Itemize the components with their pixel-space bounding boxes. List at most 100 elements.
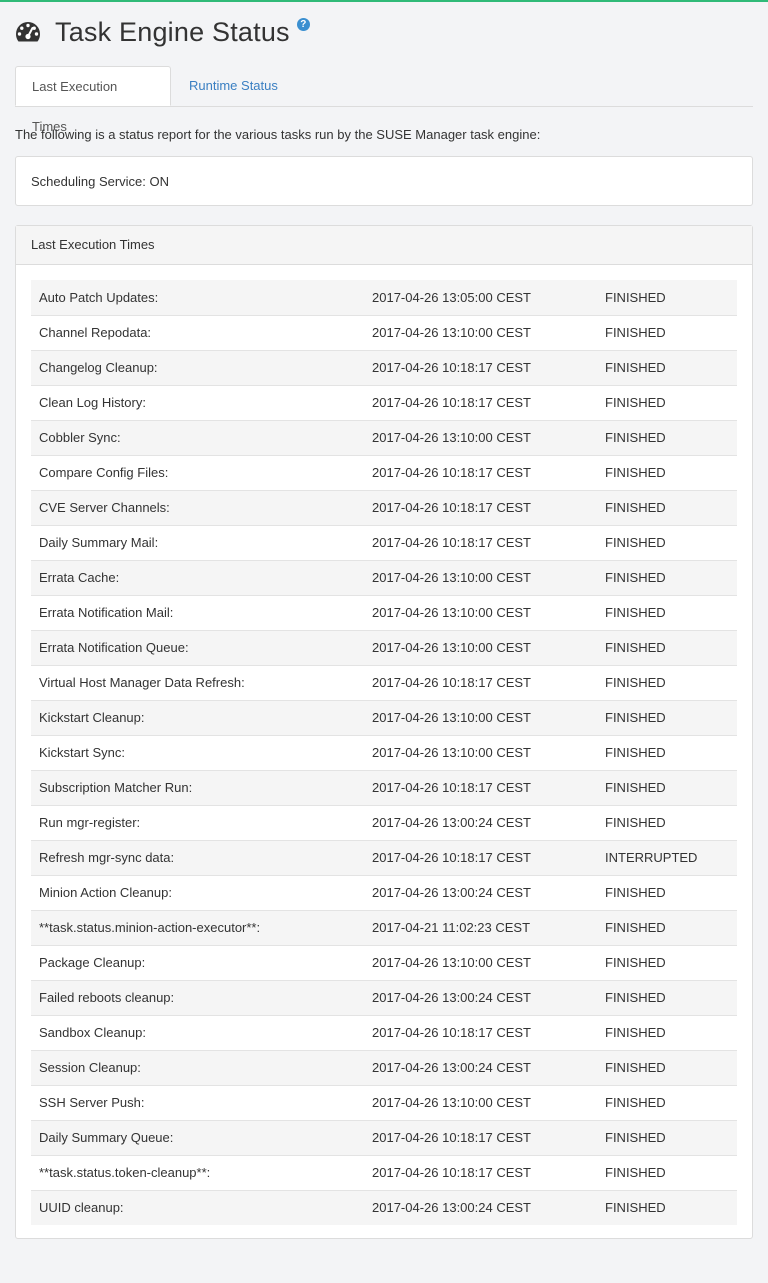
task-time-cell: 2017-04-26 13:00:24 CEST xyxy=(372,1200,531,1216)
task-name-cell: Sandbox Cleanup: xyxy=(39,1025,146,1040)
table-row: Refresh mgr-sync data: 2017-04-26 10:18:1… xyxy=(31,840,737,875)
task-time-cell: 2017-04-26 10:18:17 CEST xyxy=(372,360,531,375)
page-title: Task Engine Status xyxy=(55,16,290,47)
tab-bar: Last Execution Times Runtime Status xyxy=(15,66,753,134)
task-time-cell: 2017-04-26 13:10:00 CEST xyxy=(372,570,531,585)
task-status-cell: FINISHED xyxy=(605,780,666,795)
task-status-cell: FINISHED xyxy=(605,745,666,760)
task-name-cell: UUID cleanup: xyxy=(39,1200,124,1216)
task-name-cell: Package Cleanup: xyxy=(39,955,146,970)
task-name-cell: Session Cleanup: xyxy=(39,1060,141,1075)
task-status-cell: FINISHED xyxy=(605,289,666,305)
task-name-cell: Refresh mgr-sync data: xyxy=(39,850,175,865)
scheduling-status-text: Scheduling Service: ON xyxy=(31,174,170,189)
task-name-cell: Changelog Cleanup: xyxy=(39,360,158,375)
table-row: Session Cleanup: 2017-04-26 13:00:24 CEST… xyxy=(31,1050,737,1085)
task-name-cell: Kickstart Sync: xyxy=(39,745,125,760)
task-status-cell: FINISHED xyxy=(605,920,666,935)
task-time-cell: 2017-04-26 10:18:17 CEST xyxy=(372,675,531,690)
table-row: Compare Config Files: 2017-04-26 10:18:17… xyxy=(31,455,737,490)
table-row: Errata Notification Queue: 2017-04-26 13:… xyxy=(31,630,737,665)
table-row: CVE Server Channels: 2017-04-26 10:18:17 … xyxy=(31,490,737,525)
task-name-cell: Auto Patch Updates: xyxy=(39,289,159,305)
task-time-cell: 2017-04-26 13:10:00 CEST xyxy=(372,605,531,620)
task-status-cell: FINISHED xyxy=(605,710,666,725)
task-status-cell: FINISHED xyxy=(605,535,666,550)
table-row: Kickstart Sync: 2017-04-26 13:10:00 CEST F… xyxy=(31,735,737,770)
scheduling-status-box: Scheduling Service: ON xyxy=(15,156,753,206)
task-time-cell: 2017-04-26 10:18:17 CEST xyxy=(372,850,531,865)
tab-last-execution-times[interactable]: Last Execution Times xyxy=(15,66,171,134)
task-time-cell: 2017-04-21 11:02:23 CEST xyxy=(372,920,531,935)
task-time-cell: 2017-04-26 13:10:00 CEST xyxy=(372,745,531,760)
task-name-cell: Errata Cache: xyxy=(39,570,120,585)
task-name-cell: Daily Summary Queue: xyxy=(39,1130,174,1145)
task-time-cell: 2017-04-26 13:00:24 CEST xyxy=(372,815,531,830)
task-name-cell: Minion Action Cleanup: xyxy=(39,885,172,900)
dashboard-gauge-icon xyxy=(15,20,41,44)
table-row: **task.status.token-cleanup**: 2017-04-26… xyxy=(31,1155,737,1190)
page-header: Task Engine Status ? xyxy=(15,14,310,50)
task-time-cell: 2017-04-26 13:10:00 CEST xyxy=(372,1095,531,1110)
task-status-cell: FINISHED xyxy=(605,1130,666,1145)
task-time-cell: 2017-04-26 10:18:17 CEST xyxy=(372,1165,531,1180)
task-name-cell: Virtual Host Manager Data Refresh: xyxy=(39,675,245,690)
panel-heading: Last Execution Times xyxy=(16,226,752,265)
task-status-cell: FINISHED xyxy=(605,1165,666,1180)
task-time-cell: 2017-04-26 10:18:17 CEST xyxy=(372,780,531,795)
task-status-cell: FINISHED xyxy=(605,885,666,900)
task-time-cell: 2017-04-26 13:10:00 CEST xyxy=(372,640,531,655)
task-name-cell: Failed reboots cleanup: xyxy=(39,990,175,1005)
task-status-cell: FINISHED xyxy=(605,395,666,410)
task-name-cell: Cobbler Sync: xyxy=(39,430,121,445)
task-status-cell: FINISHED xyxy=(605,1025,666,1040)
table-row: **task.status.minion-action-executor**: 2… xyxy=(31,910,737,945)
task-time-cell: 2017-04-26 13:00:24 CEST xyxy=(372,885,531,900)
table-row: Daily Summary Queue: 2017-04-26 10:18:17 … xyxy=(31,1120,737,1155)
table-row: SSH Server Push: 2017-04-26 13:10:00 CEST… xyxy=(31,1085,737,1120)
task-time-cell: 2017-04-26 13:10:00 CEST xyxy=(372,955,531,970)
table-row: Clean Log History: 2017-04-26 10:18:17 CE… xyxy=(31,385,737,420)
task-status-cell: FINISHED xyxy=(605,500,666,515)
help-icon[interactable]: ? xyxy=(296,17,310,31)
task-status-cell: FINISHED xyxy=(605,325,666,340)
task-status-cell: FINISHED xyxy=(605,640,666,655)
table-row: Kickstart Cleanup: 2017-04-26 13:10:00 CE… xyxy=(31,700,737,735)
task-name-cell: Daily Summary Mail: xyxy=(39,535,159,550)
last-execution-panel: Last Execution Times Auto Patch Updates:… xyxy=(15,225,753,1239)
task-name-cell: Clean Log History: xyxy=(39,395,146,410)
table-row: Sandbox Cleanup: 2017-04-26 10:18:17 CEST… xyxy=(31,1015,737,1050)
task-name-cell: **task.status.minion-action-executor**: xyxy=(39,920,261,935)
task-status-cell: FINISHED xyxy=(605,430,666,445)
task-name-cell: Errata Notification Queue: xyxy=(39,640,189,655)
task-time-cell: 2017-04-26 13:00:24 CEST xyxy=(372,1060,531,1075)
task-name-cell: Subscription Matcher Run: xyxy=(39,780,193,795)
table-row: Run mgr-register: 2017-04-26 13:00:24 CES… xyxy=(31,805,737,840)
table-row: Errata Cache: 2017-04-26 13:10:00 CEST FIN… xyxy=(31,560,737,595)
task-status-cell: FINISHED xyxy=(605,955,666,970)
task-name-cell: Channel Repodata: xyxy=(39,325,152,340)
table-row: Virtual Host Manager Data Refresh: 2017-0… xyxy=(31,665,737,700)
task-name-cell: Compare Config Files: xyxy=(39,465,169,480)
task-status-cell: FINISHED xyxy=(605,465,666,480)
task-status-cell: FINISHED xyxy=(605,605,666,620)
task-name-cell: **task.status.token-cleanup**: xyxy=(39,1165,211,1180)
table-row: Channel Repodata: 2017-04-26 13:10:00 CES… xyxy=(31,315,737,350)
task-name-cell: Run mgr-register: xyxy=(39,815,141,830)
task-status-cell: FINISHED xyxy=(605,990,666,1005)
task-name-cell: SSH Server Push: xyxy=(39,1095,145,1110)
table-row: Failed reboots cleanup: 2017-04-26 13:00:… xyxy=(31,980,737,1015)
task-time-cell: 2017-04-26 10:18:17 CEST xyxy=(372,535,531,550)
task-status-cell: FINISHED xyxy=(605,1095,666,1110)
task-time-cell: 2017-04-26 10:18:17 CEST xyxy=(372,465,531,480)
table-row: Subscription Matcher Run: 2017-04-26 10:1… xyxy=(31,770,737,805)
intro-text: The following is a status report for the… xyxy=(15,127,541,142)
table-row: Package Cleanup: 2017-04-26 13:10:00 CEST… xyxy=(31,945,737,980)
task-time-cell: 2017-04-26 10:18:17 CEST xyxy=(372,395,531,410)
table-row: Daily Summary Mail: 2017-04-26 10:18:17 C… xyxy=(31,525,737,560)
table-row: UUID cleanup: 2017-04-26 13:00:24 CEST FIN… xyxy=(31,1190,737,1225)
table-row: Minion Action Cleanup: 2017-04-26 13:00:2… xyxy=(31,875,737,910)
tab-runtime-status[interactable]: Runtime Status xyxy=(173,66,294,105)
tasks-table: Auto Patch Updates: 2017-04-26 13:05:00 C… xyxy=(31,280,737,1225)
table-row: Auto Patch Updates: 2017-04-26 13:05:00 C… xyxy=(31,280,737,315)
